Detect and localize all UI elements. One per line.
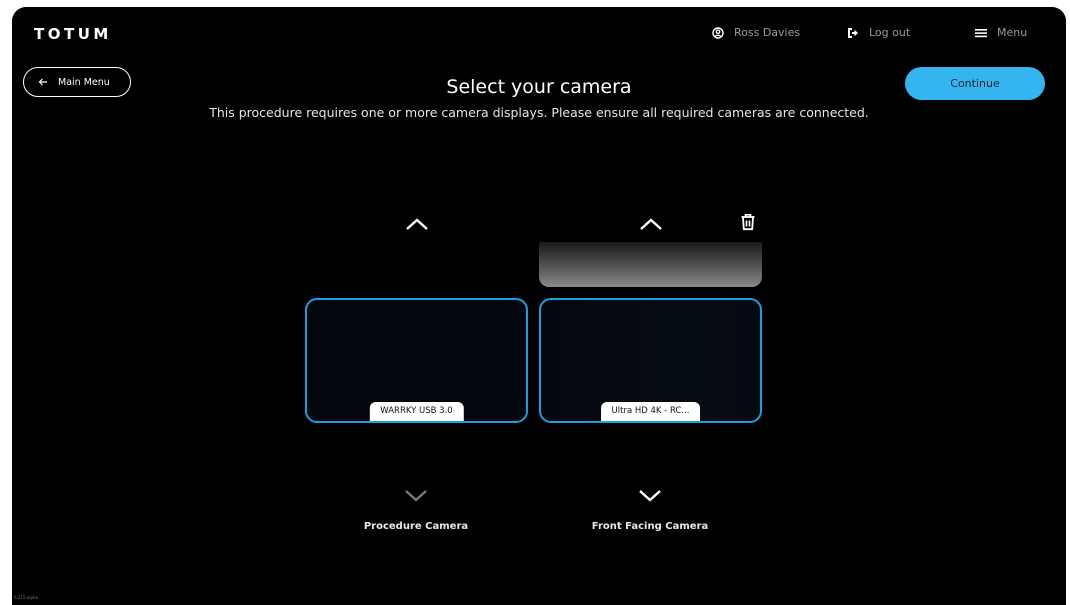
camera-role-label-front-facing: Front Facing Camera — [591, 521, 709, 532]
logout-icon — [848, 27, 858, 38]
camera-card-front-facing[interactable]: Ultra HD 4K - RC... — [539, 298, 762, 423]
app-logo: TOTUM — [34, 25, 112, 43]
camera-device-tag: Ultra HD 4K - RC... — [600, 402, 701, 421]
next-camera-preview — [539, 242, 762, 287]
menu-button[interactable]: Menu — [975, 26, 1027, 39]
camera-role-label-procedure: Procedure Camera — [363, 521, 469, 532]
trash-icon[interactable] — [740, 213, 756, 231]
user-profile[interactable]: Ross Davies — [712, 26, 800, 39]
menu-icon — [975, 28, 987, 37]
logout-button[interactable]: Log out — [847, 26, 910, 39]
user-name: Ross Davies — [734, 26, 801, 39]
camera-device-tag: WARRKY USB 3.0 — [369, 402, 464, 421]
chevron-up-icon[interactable] — [405, 217, 429, 231]
logout-label: Log out — [869, 26, 911, 39]
chevron-up-icon[interactable] — [639, 217, 663, 231]
camera-card-procedure[interactable]: WARRKY USB 3.0 — [305, 298, 528, 423]
app-window: TOTUM Ross Davies Log out Menu Main Menu… — [12, 7, 1066, 605]
user-circle-icon — [712, 26, 724, 39]
chevron-down-icon[interactable] — [638, 489, 662, 503]
page-title: Select your camera — [446, 76, 632, 98]
menu-label: Menu — [997, 26, 1028, 39]
version-label: 0.215-alpha — [14, 595, 38, 600]
chevron-down-icon[interactable] — [404, 489, 428, 503]
page-subtitle: This procedure requires one or more came… — [209, 105, 869, 120]
